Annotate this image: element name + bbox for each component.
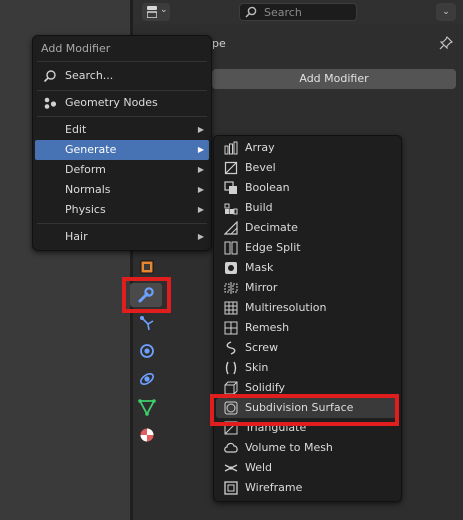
menu-divider <box>37 116 207 117</box>
properties-editor-icon <box>147 6 157 18</box>
submenu-item-boolean[interactable]: Boolean <box>216 178 398 198</box>
submenu-item-label: Volume to Mesh <box>245 441 333 454</box>
material-icon[interactable] <box>137 425 157 445</box>
weld-icon <box>224 464 238 472</box>
chevron-down-icon: ⌄ <box>442 7 450 17</box>
object-name-label: pe <box>212 37 226 50</box>
submenu-item-label: Weld <box>245 461 273 474</box>
submenu-item-label: Array <box>245 141 275 154</box>
object-data-mesh-icon[interactable] <box>137 397 157 417</box>
physics-icon[interactable] <box>137 341 157 361</box>
constraints-icon[interactable] <box>137 369 157 389</box>
menu-item-generate[interactable]: Generate ▶ <box>35 140 209 160</box>
chevron-down-icon: ⌄ <box>160 5 168 15</box>
geometry-nodes-icon <box>44 97 57 109</box>
submenu-arrow-icon: ▶ <box>197 185 204 194</box>
volume-to-mesh-icon <box>224 442 238 453</box>
submenu-item-mirror[interactable]: Mirror <box>216 278 398 298</box>
submenu-item-label: Remesh <box>245 321 290 334</box>
multiresolution-icon <box>224 301 238 315</box>
wireframe-icon <box>224 481 238 495</box>
menu-item-physics[interactable]: Physics ▶ <box>35 200 209 220</box>
menu-item-edit[interactable]: Edit ▶ <box>35 120 209 140</box>
submenu-item-edge-split[interactable]: Edge Split <box>216 238 398 258</box>
menu-item-deform[interactable]: Deform ▶ <box>35 160 209 180</box>
menu-search-label: Search... <box>65 69 114 82</box>
menu-item-label: Deform <box>65 163 106 176</box>
add-modifier-button[interactable]: Add Modifier <box>212 69 456 89</box>
generate-submenu: Array Bevel Boolean Build Decimate Edge … <box>213 135 402 502</box>
menu-divider <box>37 223 207 224</box>
boolean-icon <box>224 181 237 194</box>
edge-split-icon <box>224 241 238 255</box>
submenu-arrow-icon: ▶ <box>197 125 204 134</box>
submenu-item-label: Mask <box>245 261 274 274</box>
submenu-item-multiresolution[interactable]: Multiresolution <box>216 298 398 318</box>
submenu-arrow-icon: ▶ <box>197 165 204 174</box>
submenu-item-mask[interactable]: Mask <box>216 258 398 278</box>
submenu-item-remesh[interactable]: Remesh <box>216 318 398 338</box>
bevel-icon <box>224 161 238 175</box>
search-input[interactable]: Search <box>239 3 357 21</box>
annotation-box-modifier-tab <box>122 277 171 313</box>
submenu-item-array[interactable]: Array <box>216 138 398 158</box>
submenu-item-screw[interactable]: Screw <box>216 338 398 358</box>
menu-item-hair[interactable]: Hair ▶ <box>35 227 209 247</box>
object-data-tab-icon[interactable] <box>137 257 157 277</box>
submenu-item-label: Edge Split <box>245 241 301 254</box>
submenu-item-label: Decimate <box>245 221 298 234</box>
search-icon <box>43 70 56 83</box>
particles-icon[interactable] <box>137 313 157 333</box>
menu-title: Add Modifier <box>41 42 111 55</box>
mask-icon <box>225 262 237 274</box>
submenu-item-label: Skin <box>245 361 269 374</box>
search-placeholder: Search <box>264 6 302 19</box>
submenu-item-weld[interactable]: Weld <box>216 458 398 478</box>
menu-divider <box>37 90 207 91</box>
submenu-arrow-icon: ▶ <box>197 232 204 241</box>
options-dropdown-button[interactable]: ⌄ <box>436 3 456 21</box>
pin-icon[interactable] <box>439 36 453 50</box>
add-modifier-menu: Add Modifier Search... Geometry Nodes Ed… <box>32 35 212 251</box>
menu-item-label: Hair <box>65 230 88 243</box>
submenu-item-wireframe[interactable]: Wireframe <box>216 478 398 498</box>
build-icon <box>224 203 238 215</box>
menu-item-label: Physics <box>65 203 106 216</box>
menu-item-label: Edit <box>65 123 87 136</box>
annotation-box-subdivision-surface <box>210 394 399 426</box>
editor-type-button[interactable]: ⌄ <box>142 3 170 21</box>
menu-divider <box>37 61 207 62</box>
array-icon <box>224 141 238 155</box>
menu-item-label: Geometry Nodes <box>65 96 158 109</box>
submenu-arrow-icon: ▶ <box>197 145 204 154</box>
menu-item-label: Generate <box>65 143 117 156</box>
submenu-item-build[interactable]: Build <box>216 198 398 218</box>
submenu-item-label: Screw <box>245 341 279 354</box>
solidify-icon <box>224 381 238 395</box>
submenu-item-label: Build <box>245 201 273 214</box>
submenu-item-bevel[interactable]: Bevel <box>216 158 398 178</box>
menu-search[interactable]: Search... <box>35 66 209 86</box>
decimate-icon <box>224 221 238 235</box>
skin-icon <box>225 361 237 375</box>
menu-item-normals[interactable]: Normals ▶ <box>35 180 209 200</box>
submenu-item-label: Wireframe <box>245 481 303 494</box>
submenu-item-volume-to-mesh[interactable]: Volume to Mesh <box>216 438 398 458</box>
submenu-item-label: Multiresolution <box>245 301 327 314</box>
screw-icon <box>226 341 236 355</box>
remesh-icon <box>224 321 238 335</box>
submenu-item-decimate[interactable]: Decimate <box>216 218 398 238</box>
menu-item-geometry-nodes[interactable]: Geometry Nodes <box>35 93 209 113</box>
submenu-item-label: Mirror <box>245 281 278 294</box>
submenu-item-skin[interactable]: Skin <box>216 358 398 378</box>
menu-item-label: Normals <box>65 183 111 196</box>
mirror-icon <box>224 282 238 294</box>
submenu-item-label: Bevel <box>245 161 276 174</box>
submenu-item-label: Boolean <box>245 181 290 194</box>
search-icon <box>245 6 257 18</box>
submenu-arrow-icon: ▶ <box>197 205 204 214</box>
